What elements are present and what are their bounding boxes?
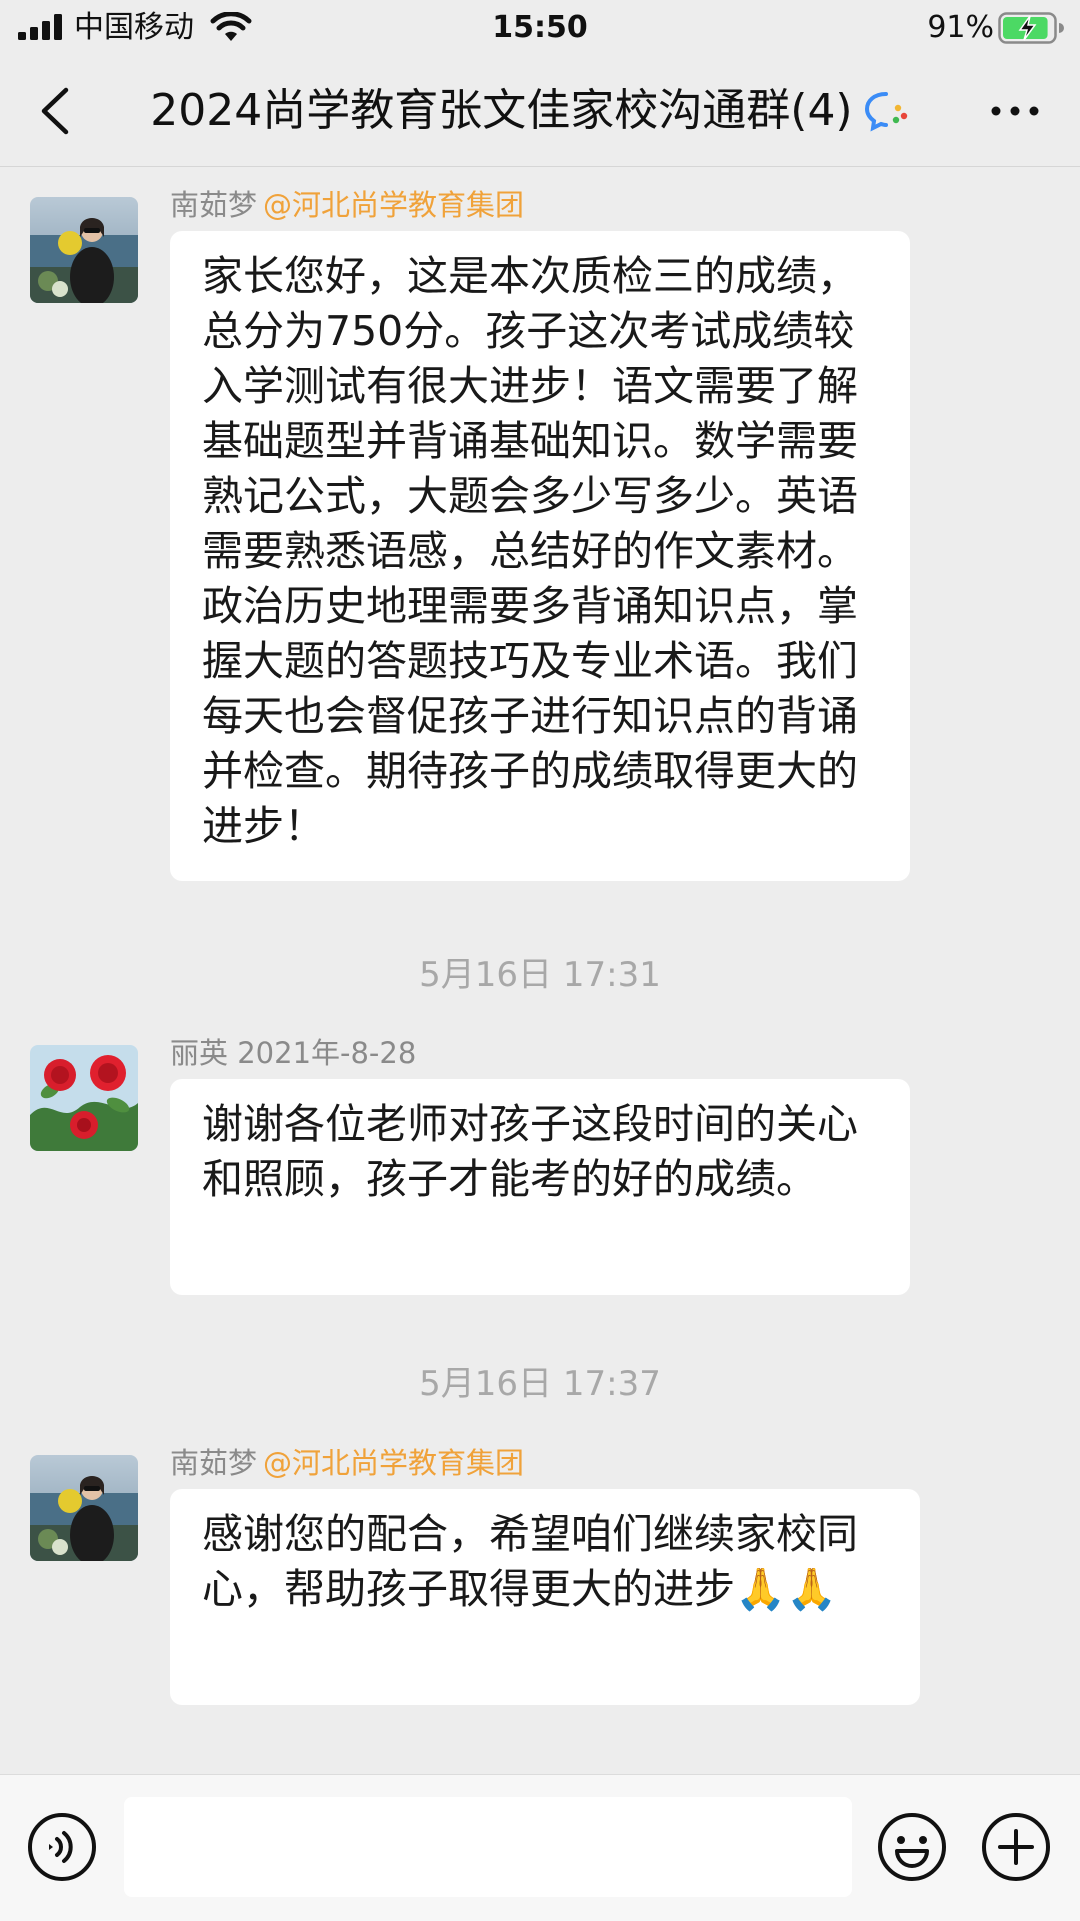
sender-name: 南茹梦 @河北尚学教育集团 — [170, 185, 524, 225]
emoji-icon[interactable] — [876, 1811, 948, 1883]
battery-charging-icon — [998, 12, 1064, 44]
back-chevron-icon[interactable] — [34, 84, 78, 138]
signal-icon — [18, 14, 62, 40]
more-dots-icon[interactable] — [990, 100, 1040, 122]
chat-bubble-icon — [864, 92, 907, 132]
voice-icon[interactable] — [26, 1811, 98, 1883]
sender-mention: @河北尚学教育集团 — [263, 188, 525, 222]
plus-icon[interactable] — [980, 1811, 1052, 1883]
status-bar: 中国移动 15:50 91% — [0, 0, 1080, 56]
sender-name: 南茹梦 @河北尚学教育集团 — [170, 1443, 524, 1483]
message-input[interactable] — [124, 1797, 852, 1897]
red-roses-avatar[interactable] — [30, 1045, 138, 1151]
seaside-portrait-avatar[interactable] — [30, 1455, 138, 1561]
sender-name: 丽英 2021年-8-28 — [170, 1033, 422, 1073]
carrier-name: 中国移动 — [74, 10, 194, 45]
sender-mention: @河北尚学教育集团 — [263, 1446, 525, 1480]
sender-nickname: 丽英 2021年-8-28 — [170, 1036, 417, 1070]
chat-input-bar — [0, 1774, 1080, 1921]
message-bubble[interactable]: 家长您好，这是本次质检三的成绩，总分为750分。孩子这次考试成绩较入学测试有很大… — [170, 231, 910, 881]
wifi-icon — [210, 12, 252, 41]
message-bubble[interactable]: 谢谢各位老师对孩子这段时间的关心和照顾，孩子才能考的好的成绩。 — [170, 1079, 910, 1295]
chat-title: 2024尚学教育张文佳家校沟通群(4) — [150, 85, 853, 136]
chat-header: 2024尚学教育张文佳家校沟通群(4) — [0, 56, 1080, 167]
message-bubble[interactable]: 感谢您的配合，希望咱们继续家校同心，帮助孩子取得更大的进步🙏🙏 — [170, 1489, 920, 1705]
message-timestamp: 5月16日 17:31 — [419, 955, 661, 995]
seaside-portrait-avatar[interactable] — [30, 197, 138, 303]
sender-nickname: 南茹梦 — [170, 188, 258, 222]
message-timestamp: 5月16日 17:37 — [419, 1364, 661, 1404]
chat-title-area: 2024尚学教育张文佳家校沟通群(4) — [120, 80, 940, 142]
battery-percent: 91% — [927, 10, 994, 45]
sender-nickname: 南茹梦 — [170, 1446, 258, 1480]
